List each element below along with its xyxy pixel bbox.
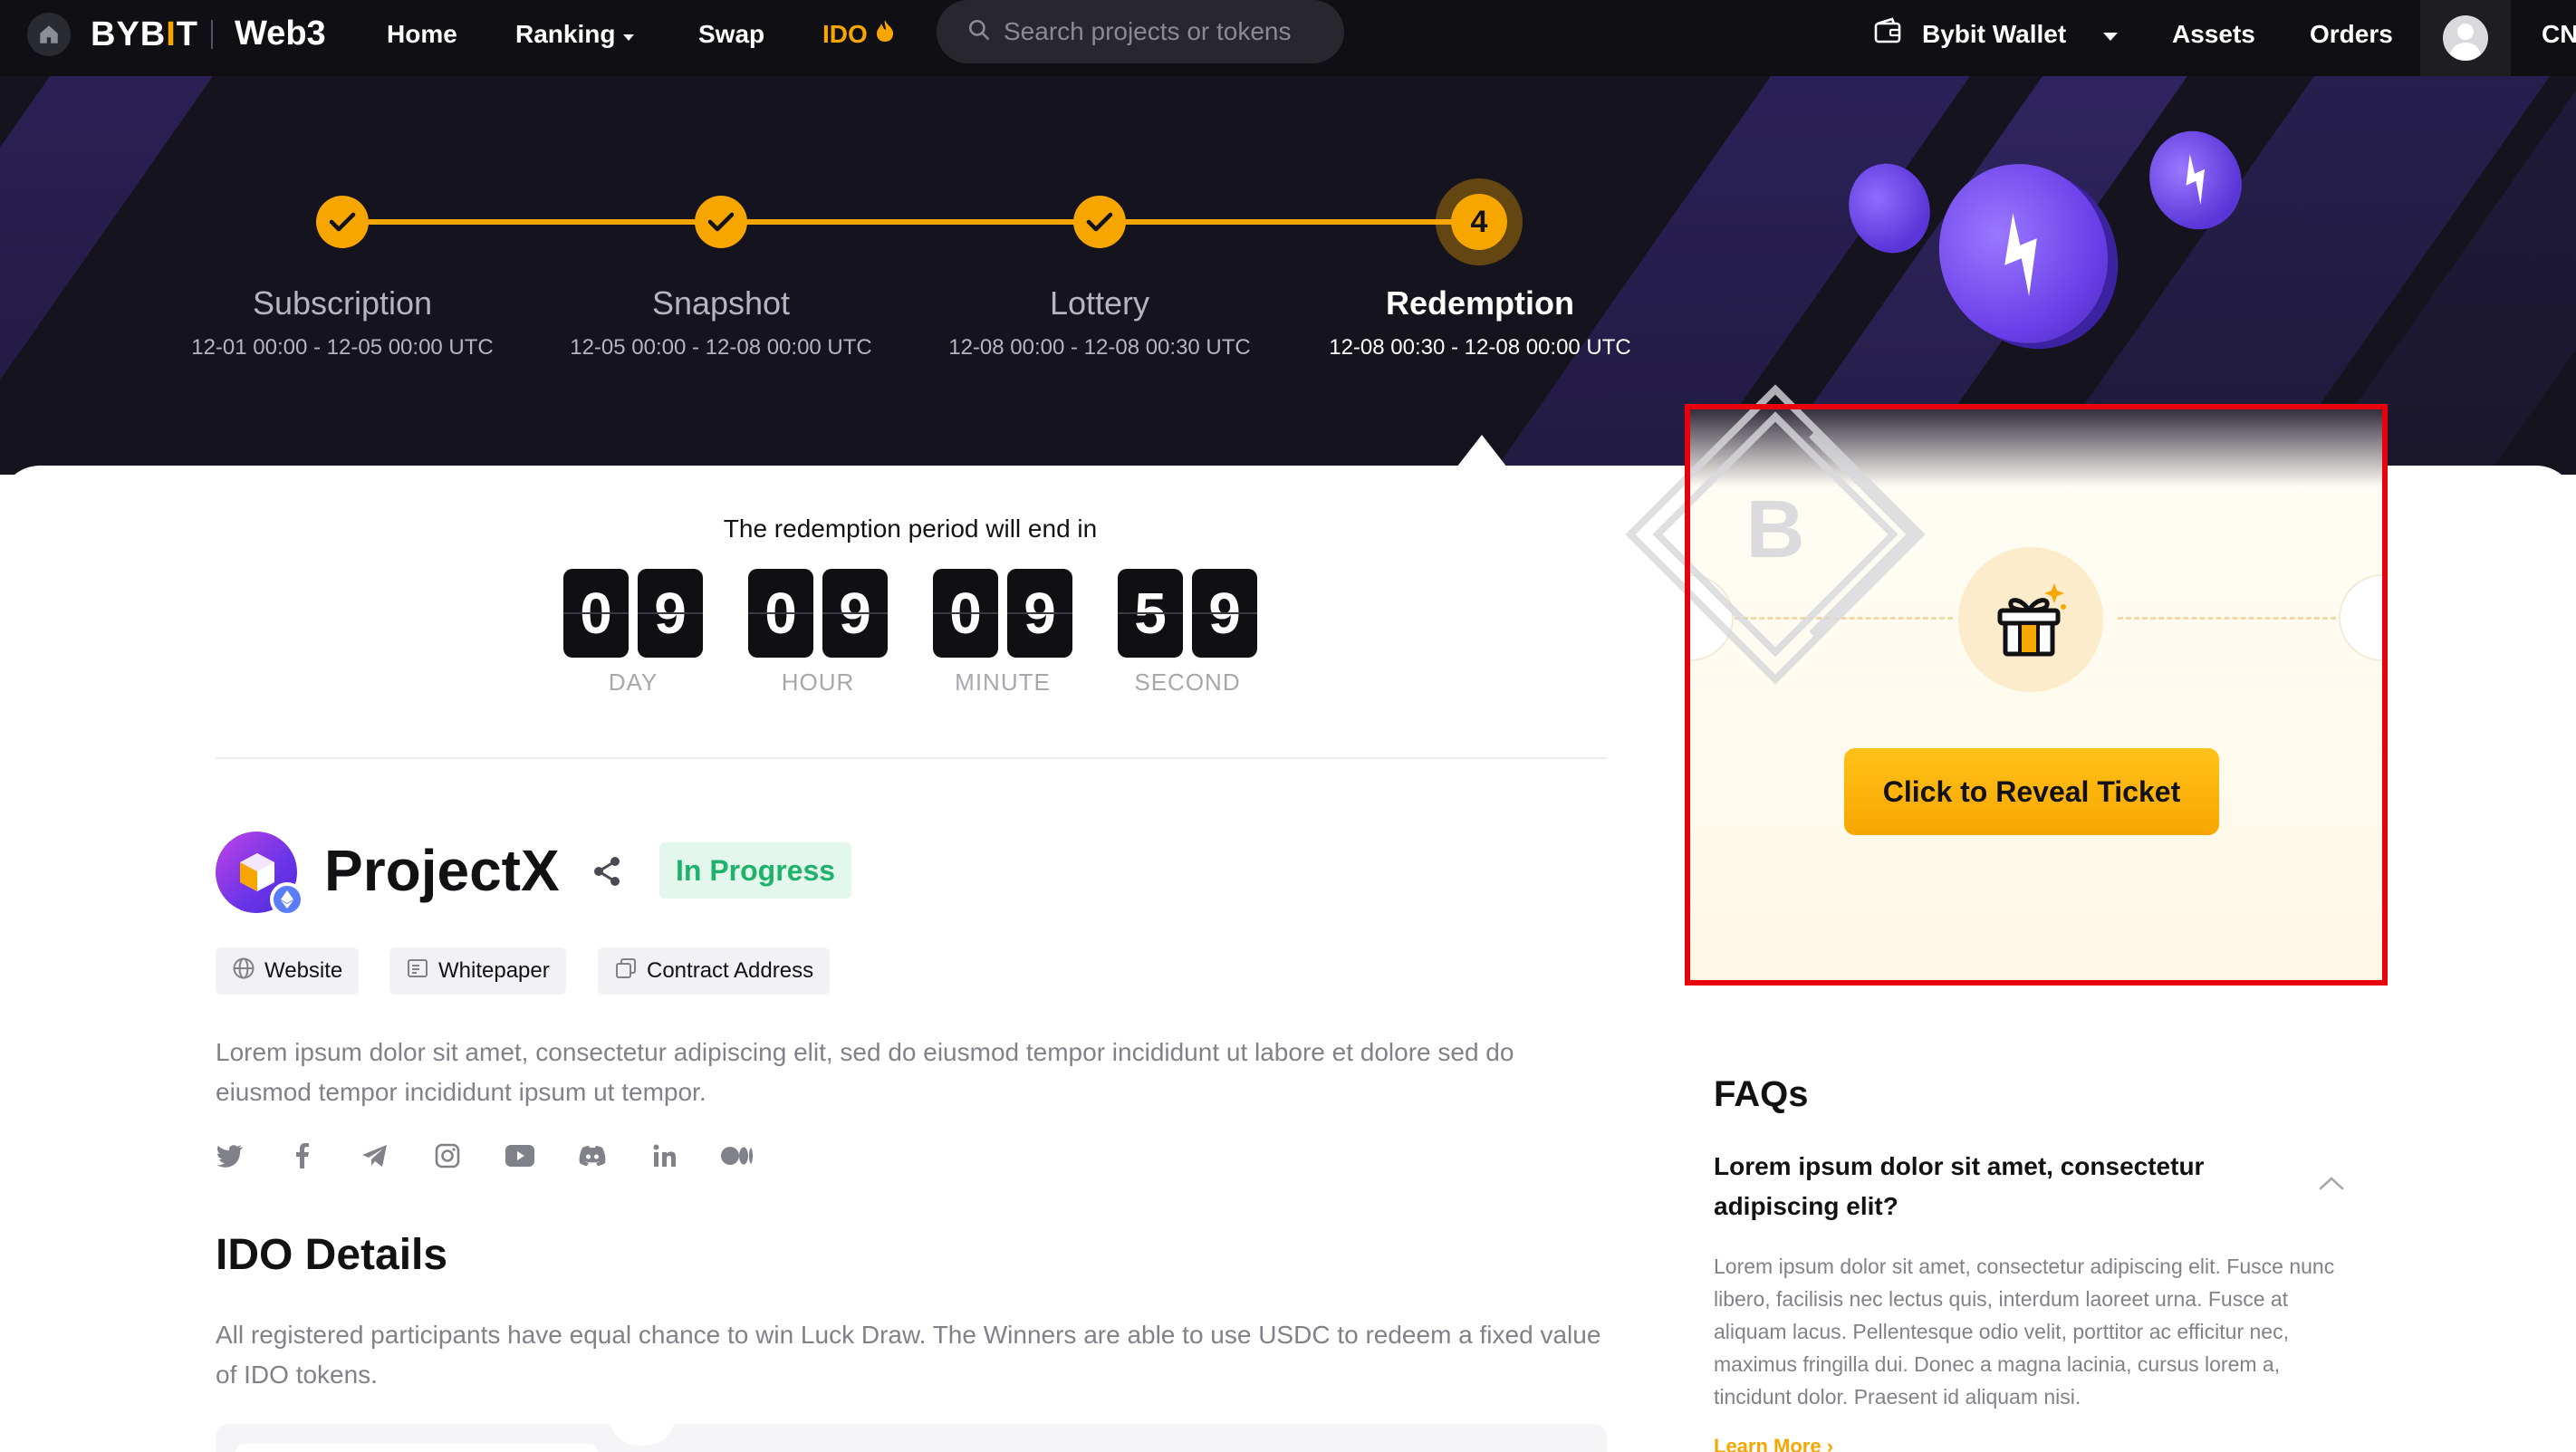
countdown-digit: 5 [1118,569,1183,658]
step-title: Lottery [1049,284,1150,322]
discord-icon[interactable] [576,1139,609,1172]
section-divider [216,757,1607,759]
project-name: ProjectX [324,838,560,903]
nav-home[interactable]: Home [387,18,457,51]
nav-swap[interactable]: Swap [698,18,764,51]
learn-more-link[interactable]: Learn More › [1714,1435,1833,1452]
step-date: 12-01 00:00 - 12-05 00:00 UTC [191,335,494,360]
language-switch[interactable]: CN [2542,18,2576,51]
ido-details-tab[interactable] [235,1444,598,1452]
bybit-logo[interactable]: BYBIT [91,14,198,54]
faq-title: FAQs [1714,1074,1809,1114]
ido-details-description: All registered participants have equal c… [216,1321,1601,1389]
step-4-number: 4 [1451,194,1507,250]
instagram-icon[interactable] [431,1139,464,1172]
copy-icon [614,957,638,986]
chevron-right-icon: › [1826,1435,1834,1452]
bybit-watermark-icon: B [1621,380,1929,693]
telegram-icon[interactable] [359,1139,391,1172]
countdown-digit: 0 [748,569,813,658]
ido-details-title: IDO Details [216,1231,448,1279]
contract-address-link[interactable]: Contract Address [598,947,831,995]
step-2-check-icon [695,196,747,248]
nav-ido[interactable]: IDO [822,18,895,51]
linkedin-icon[interactable] [649,1139,681,1172]
countdown-digit: 0 [933,569,998,658]
caret-down-icon [622,18,635,51]
status-badge: In Progress [659,842,852,899]
countdown-digit: 9 [822,569,888,658]
step-title: Snapshot [651,284,791,322]
top-nav: BYBIT Web3 Home Ranking Swap IDO Bybit W… [0,0,2576,76]
caret-down-icon [2102,18,2119,51]
ido-details-panel [216,1397,1607,1452]
countdown-unit: DAY [608,668,658,696]
whitepaper-label: Whitepaper [438,958,550,983]
nav-ranking[interactable]: Ranking [515,18,635,51]
step-4-indicator: 4 [1436,178,1523,265]
step-pointer [1456,435,1507,467]
step-title-current: Redemption [1385,284,1574,322]
nav-assets[interactable]: Assets [2172,18,2255,51]
decor-notch [610,1397,674,1446]
twitter-icon[interactable] [214,1139,246,1172]
step-connector [342,219,721,225]
step-date: 12-05 00:00 - 12-08 00:00 UTC [570,335,872,360]
nav-ranking-label: Ranking [515,20,616,48]
wallet-menu[interactable]: Bybit Wallet [1873,16,2119,53]
step-connector [1100,219,1478,225]
website-link[interactable]: Website [216,947,360,995]
facebook-icon[interactable] [286,1139,319,1172]
countdown-digit: 0 [563,569,629,658]
ticket-dash [2118,617,2344,620]
gift-icon [1958,547,2103,692]
youtube-icon[interactable] [504,1139,536,1172]
countdown-unit: SECOND [1134,668,1241,696]
countdown-label: The redemption period will end in [723,514,1098,543]
brand-text: BYBIT [91,14,199,53]
step-date-current: 12-08 00:30 - 12-08 00:00 UTC [1329,335,1631,360]
globe-icon [232,957,255,986]
wallet-icon [1873,16,1902,53]
step-date: 12-08 00:00 - 12-08 00:30 UTC [948,335,1251,360]
fire-icon [875,18,895,51]
countdown-unit: MINUTE [955,668,1051,696]
whitepaper-link[interactable]: Whitepaper [389,947,566,995]
search-input[interactable] [1004,17,1330,46]
search-bar[interactable] [937,0,1344,63]
countdown-digit: 9 [1007,569,1072,658]
countdown-digit: 9 [1192,569,1257,658]
search-icon [967,18,991,46]
website-label: Website [264,958,343,983]
web3-label: Web3 [235,14,326,53]
contract-address-label: Contract Address [647,958,814,983]
ticket-notch [2339,574,2384,661]
user-menu[interactable] [2420,0,2511,76]
learn-more-label: Learn More [1714,1435,1821,1452]
chevron-up-icon[interactable] [2319,1176,2344,1195]
watermark-letter: B [1746,485,1805,575]
ethereum-icon [270,882,304,917]
countdown-digit: 9 [638,569,703,658]
medium-icon[interactable] [721,1139,754,1172]
reveal-ticket-button[interactable]: Click to Reveal Ticket [1844,748,2219,835]
share-icon[interactable] [591,855,623,892]
faq-answer: Lorem ipsum dolor sit amet, consectetur … [1714,1255,2335,1409]
step-connector [721,219,1100,225]
logo-divider [211,20,213,49]
step-1-check-icon [316,196,369,248]
nav-ido-label: IDO [822,20,868,48]
avatar-icon [2443,15,2488,61]
step-title: Subscription [252,284,433,322]
decor-stripe [0,76,341,475]
countdown-unit: HOUR [781,668,855,696]
home-icon[interactable] [27,13,71,56]
step-3-check-icon [1073,196,1126,248]
document-icon [406,957,429,986]
wallet-label: Bybit Wallet [1922,20,2067,48]
project-description: Lorem ipsum dolor sit amet, consectetur … [216,1038,1514,1106]
faq-question[interactable]: Lorem ipsum dolor sit amet, consectetur … [1714,1147,2275,1226]
project-logo [216,832,304,917]
nav-orders[interactable]: Orders [2310,18,2393,51]
